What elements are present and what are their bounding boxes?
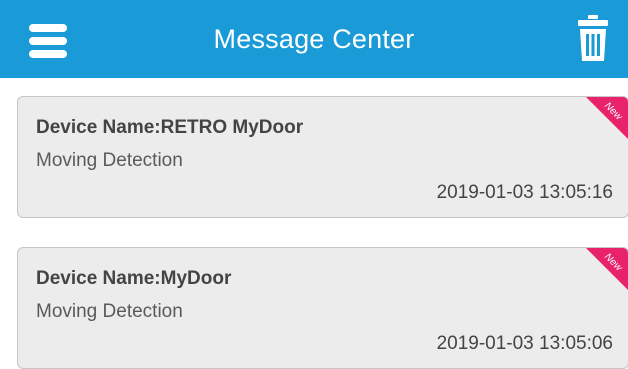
message-card[interactable]: Device Name:MyDoor Moving Detection 2019…	[17, 247, 628, 369]
message-timestamp: 2019-01-03 13:05:16	[436, 182, 613, 203]
device-name: Device Name:RETRO MyDoor	[36, 117, 304, 138]
message-card[interactable]: Device Name:RETRO MyDoor Moving Detectio…	[17, 96, 628, 218]
trash-icon	[578, 15, 608, 61]
new-badge: New	[580, 248, 628, 296]
app-header: Message Center	[0, 0, 628, 78]
event-type: Moving Detection	[36, 150, 183, 171]
event-type: Moving Detection	[36, 301, 183, 322]
device-name: Device Name:MyDoor	[36, 268, 232, 289]
page-title: Message Center	[213, 24, 415, 54]
message-timestamp: 2019-01-03 13:05:06	[436, 333, 613, 354]
delete-button[interactable]	[578, 15, 608, 61]
new-badge: New	[580, 97, 628, 145]
